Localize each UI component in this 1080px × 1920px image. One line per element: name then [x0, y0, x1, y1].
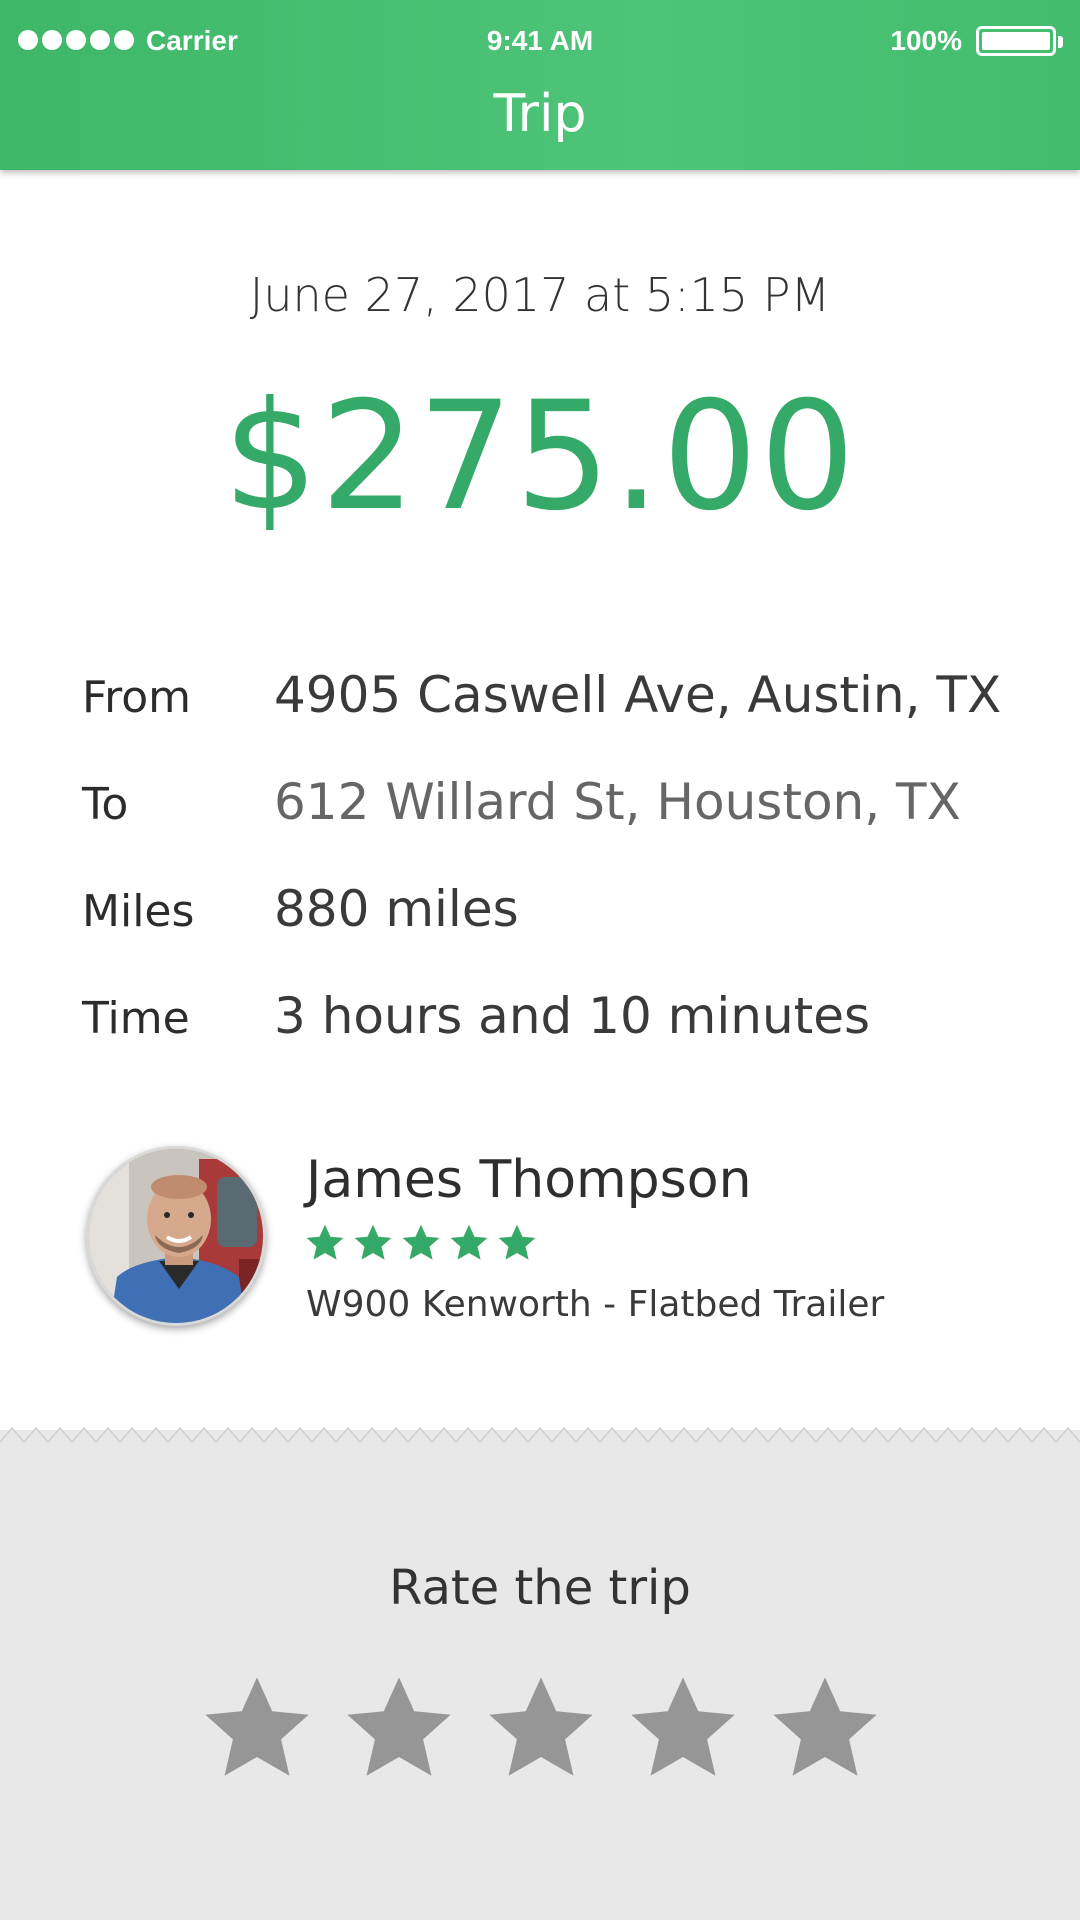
status-bar: Carrier 9:41 AM 100%	[0, 0, 1080, 80]
detail-label: From	[82, 672, 192, 723]
rate-star-2-icon[interactable]	[338, 1670, 460, 1788]
detail-label: Miles	[82, 886, 195, 937]
rate-prompt: Rate the trip	[389, 1560, 691, 1616]
star-filled-icon	[450, 1224, 488, 1260]
detail-value: 880 miles	[274, 880, 519, 938]
receipt-tear-edge	[0, 1420, 1080, 1460]
page-title: Trip	[493, 84, 587, 144]
trip-amount: $275.00	[222, 370, 858, 544]
star-filled-icon	[306, 1224, 344, 1260]
detail-value: 3 hours and 10 minutes	[274, 987, 871, 1045]
detail-row-to: To 612 Willard St, Houston, TX	[82, 773, 1032, 880]
header-bar: Carrier 9:41 AM 100% Trip	[0, 0, 1080, 170]
detail-value: 4905 Caswell Ave, Austin, TX	[274, 666, 1002, 724]
detail-label: To	[82, 779, 129, 830]
detail-value: 612 Willard St, Houston, TX	[274, 773, 961, 831]
star-filled-icon	[498, 1224, 536, 1260]
battery-icon	[976, 26, 1063, 56]
driver-name: James Thompson	[306, 1150, 752, 1210]
detail-row-time: Time 3 hours and 10 minutes	[82, 987, 1032, 1094]
rate-star-3-icon[interactable]	[480, 1670, 602, 1788]
driver-vehicle: W900 Kenworth - Flatbed Trailer	[306, 1284, 885, 1325]
trip-details: From 4905 Caswell Ave, Austin, TX To 612…	[82, 666, 1032, 1094]
detail-row-miles: Miles 880 miles	[82, 880, 1032, 987]
detail-label: Time	[82, 993, 190, 1044]
rating-stars	[196, 1670, 886, 1788]
battery-percentage: 100%	[890, 25, 962, 56]
star-filled-icon	[354, 1224, 392, 1260]
trip-screen: Carrier 9:41 AM 100% Trip June 27, 2017 …	[0, 0, 1080, 1920]
avatar[interactable]	[86, 1146, 266, 1326]
star-filled-icon	[402, 1224, 440, 1260]
driver-photo-icon	[89, 1149, 263, 1323]
rate-star-1-icon[interactable]	[196, 1670, 318, 1788]
rate-star-5-icon[interactable]	[764, 1670, 886, 1788]
driver-rating	[304, 1222, 538, 1264]
rate-star-4-icon[interactable]	[622, 1670, 744, 1788]
trip-date: June 27, 2017 at 5:15 PM	[249, 268, 831, 322]
driver-card[interactable]: James Thompson W900 Kenworth - Flatbed T…	[86, 1146, 1046, 1326]
detail-row-from: From 4905 Caswell Ave, Austin, TX	[82, 666, 1032, 773]
